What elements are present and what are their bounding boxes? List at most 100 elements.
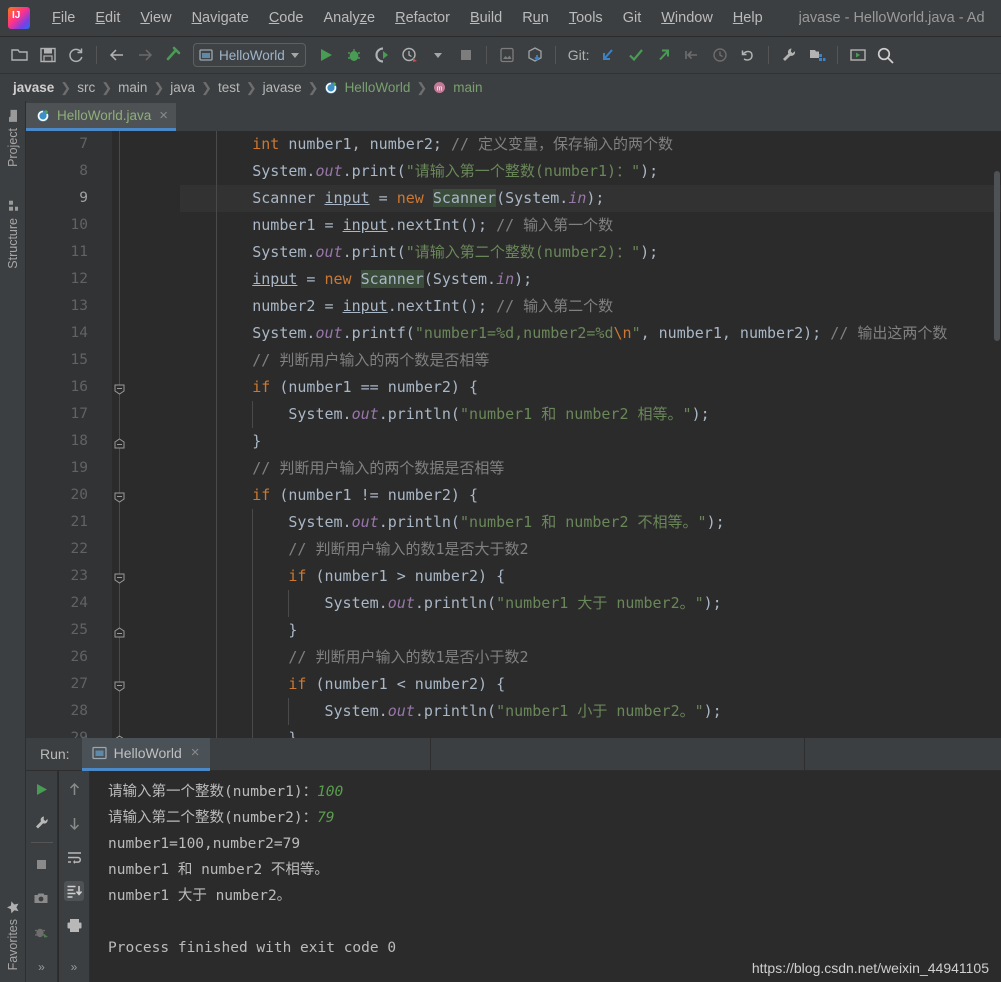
menu-item-refactor[interactable]: Refactor (385, 7, 460, 29)
fold-marker-down[interactable] (114, 490, 125, 503)
avd-manager-icon[interactable] (493, 42, 521, 68)
screenshot-icon[interactable] (32, 888, 52, 908)
breadcrumb-item-helloworld[interactable]: HelloWorld (340, 80, 416, 95)
expand-actions-left[interactable]: » (38, 960, 45, 974)
scroll-down-icon[interactable] (64, 813, 84, 833)
project-structure-icon[interactable] (803, 42, 831, 68)
menu-item-analyze[interactable]: Analyze (314, 7, 386, 29)
code-line: number1 = input.nextInt(); // 输入第一个数 (180, 212, 1001, 239)
fold-marker-up[interactable] (114, 436, 125, 449)
code-line: if (number1 != number2) { (180, 482, 1001, 509)
indent-guide (215, 509, 217, 536)
sdk-manager-icon[interactable] (521, 42, 549, 68)
fold-marker-down[interactable] (114, 679, 125, 692)
run-tab-helloworld[interactable]: HelloWorld × (81, 737, 210, 771)
toolbar-separator-1 (96, 46, 97, 64)
run-actions-left: » (26, 771, 58, 982)
git-push-icon[interactable] (650, 42, 678, 68)
rerun-icon[interactable] (32, 779, 52, 799)
line-number: 24 (70, 595, 88, 611)
breadcrumb-item-java[interactable]: java (165, 80, 200, 95)
open-folder-icon[interactable] (6, 42, 34, 68)
refresh-icon[interactable] (62, 42, 90, 68)
line-number: 11 (70, 244, 88, 260)
indent-guide (251, 644, 253, 671)
menu-item-help[interactable]: Help (723, 7, 773, 29)
menu-item-window[interactable]: Window (651, 7, 723, 29)
arrow-right-icon[interactable] (131, 42, 159, 68)
git-history-icon[interactable] (706, 42, 734, 68)
run-profile-icon[interactable] (396, 42, 424, 68)
toolbar-separator-2 (485, 46, 487, 64)
indent-guide (251, 617, 253, 644)
menu-item-file[interactable]: File (42, 7, 85, 29)
scroll-up-icon[interactable] (64, 779, 84, 799)
breadcrumb-item-javase[interactable]: javase (8, 80, 59, 95)
sidebar-item-favorites[interactable]: Favorites (0, 896, 26, 974)
scroll-to-end-icon[interactable] (64, 881, 84, 901)
indent-guide (215, 347, 217, 374)
code-editor[interactable]: 7 int number1, number2; // 定义变量，保存输入的两个数… (26, 131, 1001, 738)
menu-item-edit[interactable]: Edit (85, 7, 130, 29)
line-number: 14 (70, 325, 88, 341)
console-line: number1 和 number2 不相等。 (108, 862, 329, 878)
menu-item-git[interactable]: Git (613, 7, 652, 29)
editor-scrollbar-thumb[interactable] (994, 171, 1000, 341)
svg-text:m: m (437, 86, 443, 93)
sidebar-item-project[interactable]: Project (0, 105, 26, 171)
stop-icon[interactable] (452, 42, 480, 68)
layout-icon[interactable] (844, 42, 872, 68)
chevron-down-icon[interactable] (290, 52, 299, 58)
star-icon (7, 900, 19, 913)
code-line: input = new Scanner(System.in); (180, 266, 1001, 293)
indent-guide (215, 293, 217, 320)
expand-actions-right[interactable]: » (71, 960, 78, 974)
run-coverage-icon[interactable] (368, 42, 396, 68)
arrow-left-icon[interactable] (103, 42, 131, 68)
console-output[interactable]: 请输入第一个整数(number1)：100 请输入第二个整数(number2)：7… (90, 771, 1001, 982)
save-icon[interactable] (34, 42, 62, 68)
git-revert-icon[interactable] (678, 42, 706, 68)
indent-guide (251, 509, 253, 536)
git-commit-icon[interactable] (622, 42, 650, 68)
fold-marker-down[interactable] (114, 382, 125, 395)
run-tab-close-icon[interactable]: × (189, 745, 200, 760)
chevron-down-icon-2[interactable] (424, 42, 452, 68)
menu-item-run[interactable]: Run (512, 7, 559, 29)
stop-icon[interactable] (32, 854, 52, 874)
print-icon[interactable] (64, 915, 84, 935)
sidebar-item-structure[interactable]: Structure (0, 195, 26, 273)
breadcrumb-item-main[interactable]: main (448, 80, 487, 95)
indent-guide (215, 725, 217, 738)
indent-guide (251, 698, 253, 725)
dump-threads-icon[interactable] (32, 922, 52, 942)
indent-guide (251, 590, 253, 617)
breadcrumb-item-src[interactable]: src (72, 80, 100, 95)
run-icon[interactable] (312, 42, 340, 68)
debug-icon[interactable] (340, 42, 368, 68)
run-configuration-selector[interactable]: HelloWorld (193, 43, 306, 67)
breadcrumb-item-test[interactable]: test (213, 80, 245, 95)
wrench-settings-icon[interactable] (775, 42, 803, 68)
hammer-build-icon[interactable] (159, 42, 187, 68)
close-icon[interactable]: × (157, 108, 168, 123)
settings-wrench-icon[interactable] (32, 813, 52, 833)
fold-marker-down[interactable] (114, 571, 125, 584)
breadcrumb-separator: ❯ (153, 79, 165, 95)
search-icon[interactable] (872, 42, 900, 68)
menu-item-build[interactable]: Build (460, 7, 512, 29)
editor-tab-helloworld[interactable]: HelloWorld.java × (26, 103, 177, 131)
run-config-label: HelloWorld (219, 47, 285, 63)
menu-item-navigate[interactable]: Navigate (182, 7, 259, 29)
indent-guide (251, 725, 253, 738)
fold-marker-up[interactable] (114, 625, 125, 638)
menu-item-view[interactable]: View (130, 7, 181, 29)
soft-wrap-icon[interactable] (64, 847, 84, 867)
undo-icon[interactable] (734, 42, 762, 68)
menu-item-tools[interactable]: Tools (559, 7, 613, 29)
breadcrumb-item-javase[interactable]: javase (258, 80, 307, 95)
code-line: // 判断用户输入的数1是否小于数2 (180, 644, 1001, 671)
breadcrumb-item-main[interactable]: main (113, 80, 152, 95)
git-update-icon[interactable] (594, 42, 622, 68)
menu-item-code[interactable]: Code (259, 7, 314, 29)
